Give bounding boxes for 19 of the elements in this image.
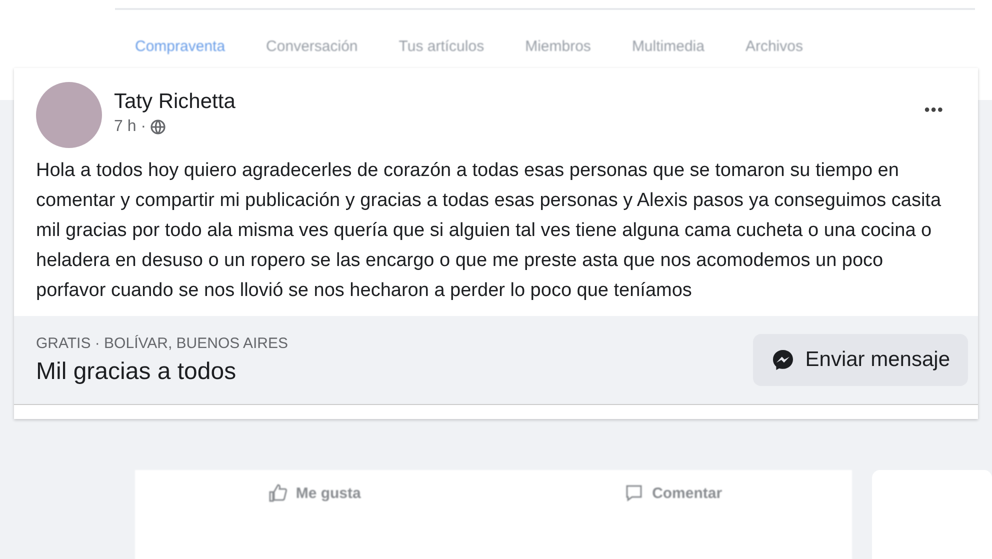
more-options-button[interactable]: ••• bbox=[924, 82, 956, 120]
group-tab[interactable]: Compraventa bbox=[135, 38, 226, 55]
thumbs-up-icon bbox=[268, 483, 288, 503]
listing-title: Mil gracias a todos bbox=[36, 358, 238, 386]
globe-icon bbox=[150, 119, 166, 135]
send-message-button[interactable]: Enviar mensaje bbox=[753, 334, 968, 386]
messenger-icon bbox=[771, 348, 796, 372]
group-tab[interactable]: Miembros bbox=[525, 38, 591, 55]
group-tab[interactable]: Multimedia bbox=[632, 38, 704, 55]
post-text: Hola a todos hoy quiero agradecerles de corazón a todas esas personas que se tomaron su tiempo en comentar y compartir mi publicación y gracias a todas esas personas y Alexis pasos ya conseguimos casita mil gracias por todo ala misma ves quería que si alguien tal ves tiene alguna cama cucheta o una cocina o heladera en desuso o un ropero se las encargo o que me preste asta que nos acomodemos un poco porfavor cuando se nos llovió se nos hecharon a perder lo poco que teníamos bbox=[35, 159, 942, 303]
post-time: 7 h · bbox=[114, 118, 146, 136]
action-button[interactable]: Comentar bbox=[494, 478, 852, 508]
group-tab[interactable]: Tus artículos bbox=[398, 38, 484, 55]
group-tab[interactable]: Conversación bbox=[266, 38, 358, 55]
listing-meta: GRATIS · BOLÍVAR, BUENOS AIRES bbox=[36, 334, 290, 352]
author-name[interactable]: Taty Richetta bbox=[114, 90, 912, 114]
comment-icon bbox=[624, 483, 644, 503]
group-tab[interactable]: Archivos bbox=[745, 38, 803, 55]
action-button[interactable]: Me gusta bbox=[135, 478, 494, 508]
